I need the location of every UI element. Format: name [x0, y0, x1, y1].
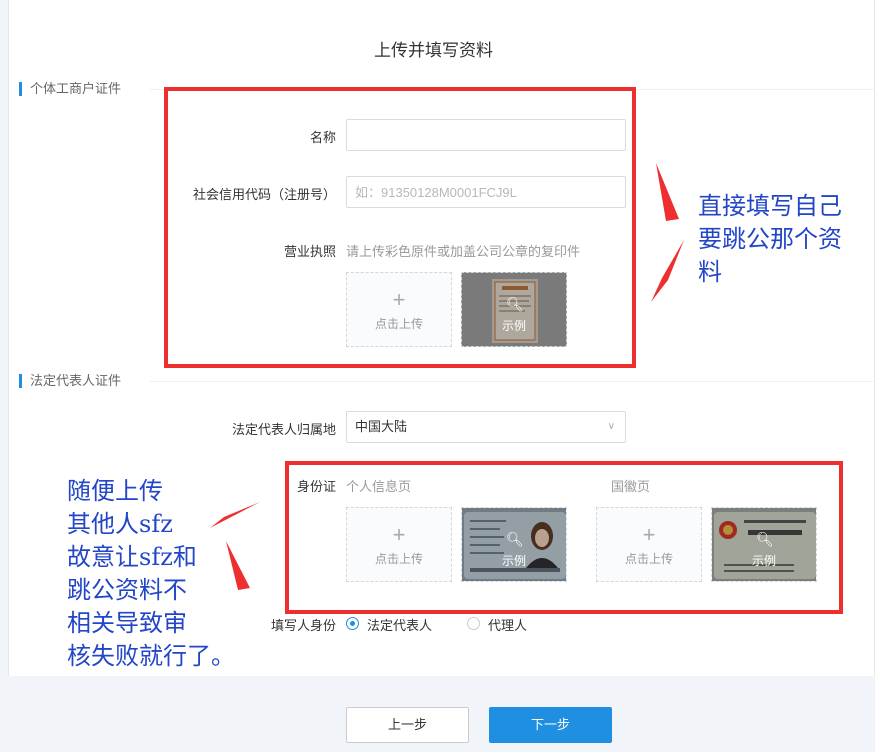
- page-title: 上传并填写资料: [374, 41, 493, 60]
- annotation-line: 随便上传: [67, 477, 163, 505]
- annotation-box-id: [285, 461, 843, 614]
- section-divider: [150, 381, 875, 382]
- annotation-line: 其他人sfz: [67, 510, 173, 538]
- next-step-button[interactable]: 下一步: [489, 707, 612, 743]
- prev-step-button[interactable]: 上一步: [346, 707, 469, 743]
- annotation-line: 要跳公那个资: [698, 225, 842, 253]
- region-select[interactable]: 中国大陆 ∨: [346, 411, 626, 443]
- radio-legal-rep-label[interactable]: 法定代表人: [367, 615, 432, 634]
- annotation-line: 跳公资料不: [67, 576, 187, 604]
- region-label: 法定代表人归属地: [231, 422, 336, 437]
- annotation-line: 直接填写自己: [698, 192, 842, 220]
- radio-agent[interactable]: [467, 617, 480, 630]
- annotation-box-business: [164, 87, 636, 368]
- chevron-down-icon: ∨: [607, 421, 615, 432]
- section-title-business: 个体工商户证件: [19, 82, 121, 96]
- annotation-note-right: 直接填写自己 要跳公那个资 料: [698, 190, 842, 289]
- region-value: 中国大陆: [355, 419, 408, 434]
- section-title-legal: 法定代表人证件: [19, 374, 121, 388]
- annotation-line: 料: [698, 258, 722, 286]
- annotation-line: 故意让sfz和: [67, 543, 197, 571]
- annotation-line: 相关导致审: [67, 609, 187, 637]
- radio-legal-rep[interactable]: [346, 617, 359, 630]
- annotation-note-left: 随便上传 其他人sfz 故意让sfz和 跳公资料不 相关导致审 核失败就行了。: [67, 475, 235, 673]
- radio-agent-label[interactable]: 代理人: [488, 615, 527, 634]
- annotation-line: 核失败就行了。: [67, 642, 235, 670]
